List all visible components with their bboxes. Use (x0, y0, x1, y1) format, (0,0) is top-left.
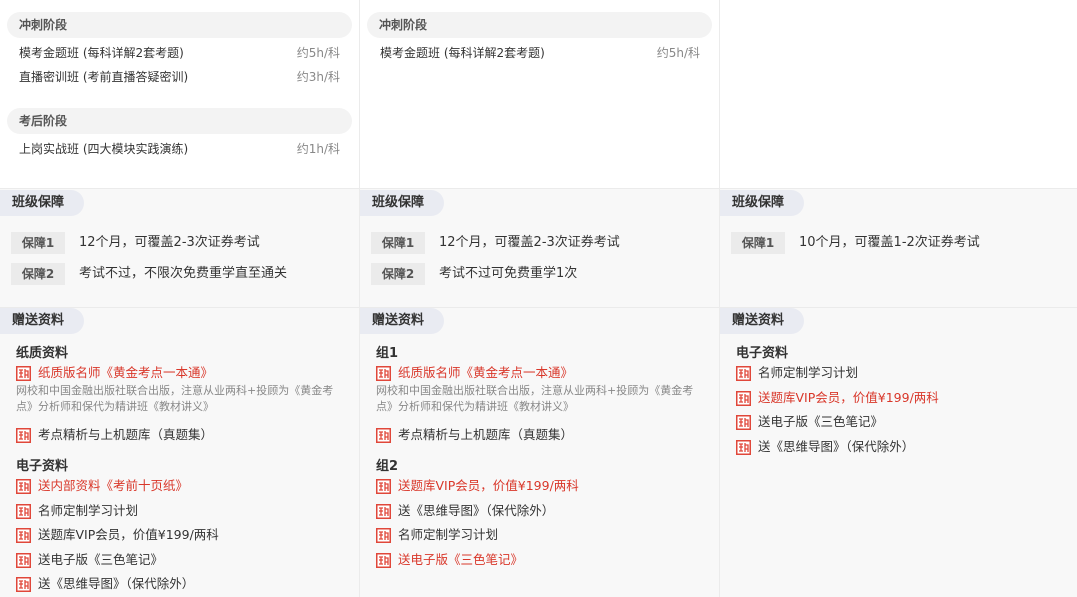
guarantee-badge: 保障1 (11, 232, 65, 254)
guarantee-badge: 保障1 (371, 232, 425, 254)
gift-title: 赠送资料 (720, 308, 804, 334)
group-title: 纸质资料 (16, 346, 69, 361)
stage-section: 冲刺阶段 模考金题班 (每科详解2套考题) 约5h/科 直播密训班 (考前直播答… (0, 0, 359, 188)
course-duration: 约1h/科 (296, 142, 340, 156)
course-duration: 约5h/科 (656, 46, 700, 60)
gift-section: 赠送资料 组1 纸质版名师《黄金考点一本通》 网校和中国金融出版社联合出版，注意… (360, 307, 719, 597)
stage-title: 考后阶段 (7, 108, 352, 134)
gift-section: 赠送资料 纸质资料 纸质版名师《黄金考点一本通》 网校和中国金融出版社联合出版，… (0, 307, 359, 597)
gift-title: 赠送资料 (360, 308, 444, 334)
guarantee-text: 10个月，可覆盖1-2次证券考试 (799, 235, 980, 250)
guarantee-badge: 保障1 (731, 232, 785, 254)
gift-stamp-icon (16, 577, 31, 592)
gift-stamp-icon (16, 552, 31, 568)
gift-stamp-icon (376, 503, 391, 519)
plan-column-1: 冲刺阶段 模考金题班 (每科详解2套考题) 约5h/科 直播密训班 (考前直播答… (0, 0, 359, 597)
gift-item-text: 送电子版《三色笔记》 (38, 551, 164, 567)
gift-stamp-icon (376, 428, 391, 443)
gift-item-text: 送电子版《三色笔记》 (758, 414, 884, 429)
stage-row: 模考金题班 (每科详解2套考题) 约5h/科 (380, 43, 700, 63)
gift-stamp-icon (736, 439, 751, 455)
guarantee-title: 班级保障 (0, 190, 84, 216)
gift-section: 赠送资料 电子资料 名师定制学习计划送题库VIP会员，价值¥199/两科 送电子版… (720, 307, 1077, 597)
guarantee-section: 班级保障 保障1 12个月，可覆盖2-3次证券考试 保障2 考试不过可免费重学1… (360, 188, 719, 307)
gift-item-text: 纸质版名师《黄金考点一本通》 (38, 365, 214, 380)
gift-item-text: 送题库VIP会员，价值¥199/两科 (758, 389, 939, 405)
group-title: 电子资料 (736, 346, 789, 361)
gift-stamp-icon (16, 503, 31, 519)
group-title: 组2 (376, 459, 399, 474)
stage-section-empty (720, 0, 1077, 188)
gift-item-text: 送电子版《三色笔记》 (398, 551, 524, 567)
gift-item-text: 送题库VIP会员，价值¥199/两科 (38, 527, 219, 542)
gift-stamp-icon (376, 528, 391, 543)
gift-stamp-icon (16, 366, 31, 381)
guarantee-badge: 保障2 (371, 263, 425, 285)
course-name: 直播密训班 (考前直播答疑密训) (19, 70, 189, 84)
guarantee-text: 12个月，可覆盖2-3次证券考试 (79, 235, 260, 250)
gift-stamp-icon (16, 479, 31, 494)
gift-item-text: 纸质版名师《黄金考点一本通》 (398, 365, 574, 380)
plan-column-3: 班级保障 保障1 10个月，可覆盖1-2次证券考试 赠送资料 电子资料 名师定制… (719, 0, 1077, 597)
gift-item-text: 送题库VIP会员，价值¥199/两科 (398, 478, 579, 493)
stage-row: 模考金题班 (每科详解2套考题) 约5h/科 (19, 43, 340, 63)
stage-row: 直播密训班 (考前直播答疑密训) 约3h/科 (19, 67, 340, 87)
gift-item-text: 名师定制学习计划 (38, 502, 139, 518)
group-title: 组1 (376, 346, 399, 361)
class-comparison-grid: 冲刺阶段 模考金题班 (每科详解2套考题) 约5h/科 直播密训班 (考前直播答… (0, 0, 1077, 597)
gift-stamp-icon (16, 428, 31, 443)
stage-section: 冲刺阶段 模考金题班 (每科详解2套考题) 约5h/科 (360, 0, 719, 188)
gift-item-text: 名师定制学习计划 (398, 527, 499, 542)
gift-item-text: 送内部资料《考前十页纸》 (38, 478, 189, 493)
gift-stamp-icon (376, 366, 391, 381)
gift-item-text: 考点精析与上机题库（真题集） (38, 427, 214, 442)
course-name: 模考金题班 (每科详解2套考题) (380, 46, 545, 60)
course-duration: 约5h/科 (296, 46, 340, 60)
gift-item-text: 送《思维导图》（保代除外） (38, 576, 195, 591)
gift-item-text: 考点精析与上机题库（真题集） (398, 427, 574, 442)
group-title: 电子资料 (16, 459, 69, 474)
gift-description: 网校和中国金融出版社联合出版，注意从业两科+投顾为《黄金考点》分析师和保代为精讲… (16, 384, 334, 413)
gift-stamp-icon (736, 415, 751, 430)
guarantee-text: 考试不过可免费重学1次 (439, 266, 578, 281)
guarantee-title: 班级保障 (720, 190, 804, 216)
gift-stamp-icon (376, 552, 391, 568)
gift-stamp-icon (376, 479, 391, 494)
gift-item-text: 送《思维导图》（保代除外） (398, 502, 555, 518)
course-name: 上岗实战班 (四大模块实践演练) (19, 142, 189, 156)
guarantee-title: 班级保障 (360, 190, 444, 216)
stage-row: 上岗实战班 (四大模块实践演练) 约1h/科 (19, 139, 340, 159)
gift-stamp-icon (736, 366, 751, 381)
guarantee-text: 12个月，可覆盖2-3次证券考试 (439, 235, 620, 250)
gift-description: 网校和中国金融出版社联合出版，注意从业两科+投顾为《黄金考点》分析师和保代为精讲… (376, 384, 694, 413)
stage-title: 冲刺阶段 (7, 12, 352, 38)
guarantee-text: 考试不过，不限次免费重学直至通关 (79, 266, 288, 281)
gift-stamp-icon (736, 390, 751, 406)
gift-title: 赠送资料 (0, 308, 84, 334)
guarantee-section: 班级保障 保障1 10个月，可覆盖1-2次证券考试 (720, 188, 1077, 307)
course-duration: 约3h/科 (296, 70, 340, 84)
gift-stamp-icon (16, 528, 31, 543)
gift-item-text: 送《思维导图》（保代除外） (758, 438, 915, 454)
stage-title: 冲刺阶段 (367, 12, 712, 38)
course-name: 模考金题班 (每科详解2套考题) (19, 46, 184, 60)
guarantee-badge: 保障2 (11, 263, 65, 285)
guarantee-section: 班级保障 保障1 12个月，可覆盖2-3次证券考试 保障2 考试不过，不限次免费… (0, 188, 359, 307)
gift-item-text: 名师定制学习计划 (758, 365, 859, 380)
plan-column-2: 冲刺阶段 模考金题班 (每科详解2套考题) 约5h/科 班级保障 保障1 12个… (359, 0, 719, 597)
